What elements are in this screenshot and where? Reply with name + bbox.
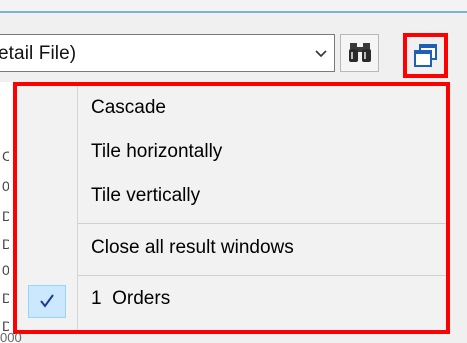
windows-context-menu: Cascade Tile horizontally Tile verticall… [13, 82, 450, 334]
grid-cell: 0 [2, 178, 9, 194]
application-window: etail File) C 0 D D 0 D D Cascade Tile h… [0, 0, 467, 343]
menu-item-cascade[interactable]: Cascade [17, 88, 446, 133]
checkmark-indicator [28, 285, 66, 318]
menu-separator [78, 223, 446, 224]
menu-item-label: Cascade [91, 97, 166, 118]
grid-cell: D [2, 208, 9, 224]
menu-separator [78, 275, 446, 276]
chevron-down-icon [312, 45, 330, 63]
menu-item-label: Tile vertically [91, 185, 201, 206]
menu-item-label: Close all result windows [91, 237, 294, 258]
find-button[interactable] [340, 34, 379, 72]
file-select-value: etail File) [0, 43, 77, 64]
background-grid-cell: 000 [0, 333, 22, 343]
grid-cell: 0 [2, 262, 9, 278]
title-bar-strip [0, 0, 467, 13]
file-select-dropdown[interactable]: etail File) [0, 34, 335, 72]
menu-item-label: Tile horizontally [91, 141, 223, 162]
windows-menu-button[interactable] [403, 33, 448, 78]
grid-cell: D [2, 236, 9, 252]
menu-item-close-all-result-windows[interactable]: Close all result windows [17, 228, 446, 273]
menu-item-tile-vertically[interactable]: Tile vertically [17, 176, 446, 221]
grid-cell: C [2, 148, 9, 164]
grid-cell: D [2, 290, 9, 306]
menu-item-label: 1 Orders [91, 288, 171, 309]
menu-item-tile-horizontally[interactable]: Tile horizontally [17, 132, 446, 177]
menu-item-orders-window[interactable]: 1 Orders [17, 279, 446, 324]
grid-cell: D [2, 318, 9, 334]
